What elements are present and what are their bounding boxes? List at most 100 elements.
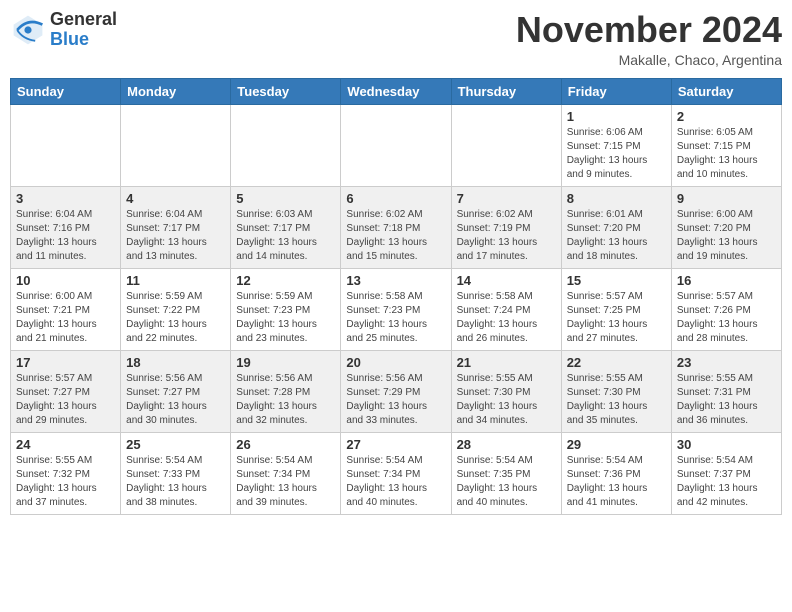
calendar-cell: 2 Sunrise: 6:05 AMSunset: 7:15 PMDaylight… bbox=[671, 104, 781, 186]
calendar-week-4: 17Sunrise: 5:57 AMSunset: 7:27 PMDayligh… bbox=[11, 350, 782, 432]
day-number: 13 bbox=[346, 273, 445, 288]
day-info: Sunrise: 5:59 AMSunset: 7:23 PMDaylight:… bbox=[236, 290, 335, 346]
day-info: Sunrise: 6:05 AMSunset: 7:15 PMDaylight:… bbox=[677, 126, 776, 182]
calendar-cell: 30Sunrise: 5:54 AMSunset: 7:37 PMDayligh… bbox=[671, 432, 781, 514]
day-number: 5 bbox=[236, 191, 335, 206]
day-info: Sunrise: 6:04 AMSunset: 7:16 PMDaylight:… bbox=[16, 208, 115, 264]
day-number: 24 bbox=[16, 437, 115, 452]
day-info: Sunrise: 6:06 AMSunset: 7:15 PMDaylight:… bbox=[567, 126, 666, 182]
day-number: 25 bbox=[126, 437, 225, 452]
day-info: Sunrise: 5:55 AMSunset: 7:32 PMDaylight:… bbox=[16, 454, 115, 510]
day-number: 3 bbox=[16, 191, 115, 206]
weekday-header-sunday: Sunday bbox=[11, 78, 121, 104]
calendar-cell: 4Sunrise: 6:04 AMSunset: 7:17 PMDaylight… bbox=[121, 186, 231, 268]
calendar-cell: 17Sunrise: 5:57 AMSunset: 7:27 PMDayligh… bbox=[11, 350, 121, 432]
calendar-cell: 1Sunrise: 6:06 AMSunset: 7:15 PMDaylight… bbox=[561, 104, 671, 186]
day-info: Sunrise: 5:54 AMSunset: 7:33 PMDaylight:… bbox=[126, 454, 225, 510]
day-number: 7 bbox=[457, 191, 556, 206]
calendar-cell: 28 Sunrise: 5:54 AMSunset: 7:35 PMDayligh… bbox=[451, 432, 561, 514]
calendar-cell: 3 Sunrise: 6:04 AMSunset: 7:16 PMDaylight… bbox=[11, 186, 121, 268]
calendar-cell bbox=[231, 104, 341, 186]
day-number: 30 bbox=[677, 437, 776, 452]
day-number: 19 bbox=[236, 355, 335, 370]
calendar-header: SundayMondayTuesdayWednesdayThursdayFrid… bbox=[11, 78, 782, 104]
day-info: Sunrise: 5:54 AMSunset: 7:34 PMDaylight:… bbox=[346, 454, 445, 510]
day-info: Sunrise: 6:02 AMSunset: 7:18 PMDaylight:… bbox=[346, 208, 445, 264]
day-info: Sunrise: 5:56 AMSunset: 7:27 PMDaylight:… bbox=[126, 372, 225, 428]
day-info: Sunrise: 6:02 AMSunset: 7:19 PMDaylight:… bbox=[457, 208, 556, 264]
calendar-week-3: 10 Sunrise: 6:00 AMSunset: 7:21 PMDayligh… bbox=[11, 268, 782, 350]
calendar-cell bbox=[11, 104, 121, 186]
weekday-header-tuesday: Tuesday bbox=[231, 78, 341, 104]
calendar-cell: 12 Sunrise: 5:59 AMSunset: 7:23 PMDayligh… bbox=[231, 268, 341, 350]
logo-blue: Blue bbox=[50, 29, 89, 49]
day-number: 15 bbox=[567, 273, 666, 288]
calendar-cell: 15 Sunrise: 5:57 AMSunset: 7:25 PMDayligh… bbox=[561, 268, 671, 350]
day-number: 28 bbox=[457, 437, 556, 452]
calendar-week-5: 24 Sunrise: 5:55 AMSunset: 7:32 PMDayligh… bbox=[11, 432, 782, 514]
weekday-header-monday: Monday bbox=[121, 78, 231, 104]
day-number: 29 bbox=[567, 437, 666, 452]
calendar-cell: 10 Sunrise: 6:00 AMSunset: 7:21 PMDayligh… bbox=[11, 268, 121, 350]
day-info: Sunrise: 6:00 AMSunset: 7:21 PMDaylight:… bbox=[16, 290, 115, 346]
calendar-cell: 13Sunrise: 5:58 AMSunset: 7:23 PMDayligh… bbox=[341, 268, 451, 350]
calendar-week-2: 3 Sunrise: 6:04 AMSunset: 7:16 PMDaylight… bbox=[11, 186, 782, 268]
calendar-cell: 5 Sunrise: 6:03 AMSunset: 7:17 PMDaylight… bbox=[231, 186, 341, 268]
day-number: 26 bbox=[236, 437, 335, 452]
day-info: Sunrise: 5:57 AMSunset: 7:25 PMDaylight:… bbox=[567, 290, 666, 346]
day-info: Sunrise: 5:59 AMSunset: 7:22 PMDaylight:… bbox=[126, 290, 225, 346]
day-number: 23 bbox=[677, 355, 776, 370]
location-subtitle: Makalle, Chaco, Argentina bbox=[516, 52, 782, 68]
calendar-cell: 11 Sunrise: 5:59 AMSunset: 7:22 PMDayligh… bbox=[121, 268, 231, 350]
day-number: 18 bbox=[126, 355, 225, 370]
day-info: Sunrise: 5:54 AMSunset: 7:34 PMDaylight:… bbox=[236, 454, 335, 510]
calendar-cell: 21 Sunrise: 5:55 AMSunset: 7:30 PMDayligh… bbox=[451, 350, 561, 432]
day-info: Sunrise: 5:56 AMSunset: 7:29 PMDaylight:… bbox=[346, 372, 445, 428]
logo: General Blue bbox=[10, 10, 117, 50]
day-info: Sunrise: 5:57 AMSunset: 7:26 PMDaylight:… bbox=[677, 290, 776, 346]
day-number: 20 bbox=[346, 355, 445, 370]
day-info: Sunrise: 5:54 AMSunset: 7:35 PMDaylight:… bbox=[457, 454, 556, 510]
day-number: 2 bbox=[677, 109, 776, 124]
calendar-cell bbox=[341, 104, 451, 186]
day-number: 6 bbox=[346, 191, 445, 206]
calendar-cell bbox=[121, 104, 231, 186]
day-number: 8 bbox=[567, 191, 666, 206]
page-header: General Blue November 2024 Makalle, Chac… bbox=[10, 10, 782, 68]
calendar-cell: 9 Sunrise: 6:00 AMSunset: 7:20 PMDaylight… bbox=[671, 186, 781, 268]
weekday-header-wednesday: Wednesday bbox=[341, 78, 451, 104]
day-info: Sunrise: 6:00 AMSunset: 7:20 PMDaylight:… bbox=[677, 208, 776, 264]
calendar-cell: 7 Sunrise: 6:02 AMSunset: 7:19 PMDaylight… bbox=[451, 186, 561, 268]
day-number: 12 bbox=[236, 273, 335, 288]
day-number: 11 bbox=[126, 273, 225, 288]
calendar-cell: 16 Sunrise: 5:57 AMSunset: 7:26 PMDayligh… bbox=[671, 268, 781, 350]
calendar-body: 1Sunrise: 6:06 AMSunset: 7:15 PMDaylight… bbox=[11, 104, 782, 514]
calendar-cell: 29Sunrise: 5:54 AMSunset: 7:36 PMDayligh… bbox=[561, 432, 671, 514]
day-number: 9 bbox=[677, 191, 776, 206]
calendar-cell: 19 Sunrise: 5:56 AMSunset: 7:28 PMDayligh… bbox=[231, 350, 341, 432]
calendar-cell: 25 Sunrise: 5:54 AMSunset: 7:33 PMDayligh… bbox=[121, 432, 231, 514]
calendar-cell: 8 Sunrise: 6:01 AMSunset: 7:20 PMDaylight… bbox=[561, 186, 671, 268]
day-number: 21 bbox=[457, 355, 556, 370]
day-info: Sunrise: 5:55 AMSunset: 7:31 PMDaylight:… bbox=[677, 372, 776, 428]
day-number: 10 bbox=[16, 273, 115, 288]
calendar-week-1: 1Sunrise: 6:06 AMSunset: 7:15 PMDaylight… bbox=[11, 104, 782, 186]
logo-general: General bbox=[50, 9, 117, 29]
day-info: Sunrise: 5:56 AMSunset: 7:28 PMDaylight:… bbox=[236, 372, 335, 428]
day-info: Sunrise: 6:03 AMSunset: 7:17 PMDaylight:… bbox=[236, 208, 335, 264]
calendar-table: SundayMondayTuesdayWednesdayThursdayFrid… bbox=[10, 78, 782, 515]
day-info: Sunrise: 5:55 AMSunset: 7:30 PMDaylight:… bbox=[457, 372, 556, 428]
day-info: Sunrise: 6:04 AMSunset: 7:17 PMDaylight:… bbox=[126, 208, 225, 264]
weekday-header-row: SundayMondayTuesdayWednesdayThursdayFrid… bbox=[11, 78, 782, 104]
weekday-header-saturday: Saturday bbox=[671, 78, 781, 104]
calendar-cell: 24 Sunrise: 5:55 AMSunset: 7:32 PMDayligh… bbox=[11, 432, 121, 514]
day-number: 22 bbox=[567, 355, 666, 370]
calendar-cell: 20 Sunrise: 5:56 AMSunset: 7:29 PMDayligh… bbox=[341, 350, 451, 432]
calendar-cell: 14Sunrise: 5:58 AMSunset: 7:24 PMDayligh… bbox=[451, 268, 561, 350]
day-number: 16 bbox=[677, 273, 776, 288]
day-info: Sunrise: 6:01 AMSunset: 7:20 PMDaylight:… bbox=[567, 208, 666, 264]
month-title: November 2024 bbox=[516, 10, 782, 50]
logo-text: General Blue bbox=[50, 10, 117, 50]
logo-icon bbox=[10, 12, 46, 48]
day-info: Sunrise: 5:58 AMSunset: 7:24 PMDaylight:… bbox=[457, 290, 556, 346]
